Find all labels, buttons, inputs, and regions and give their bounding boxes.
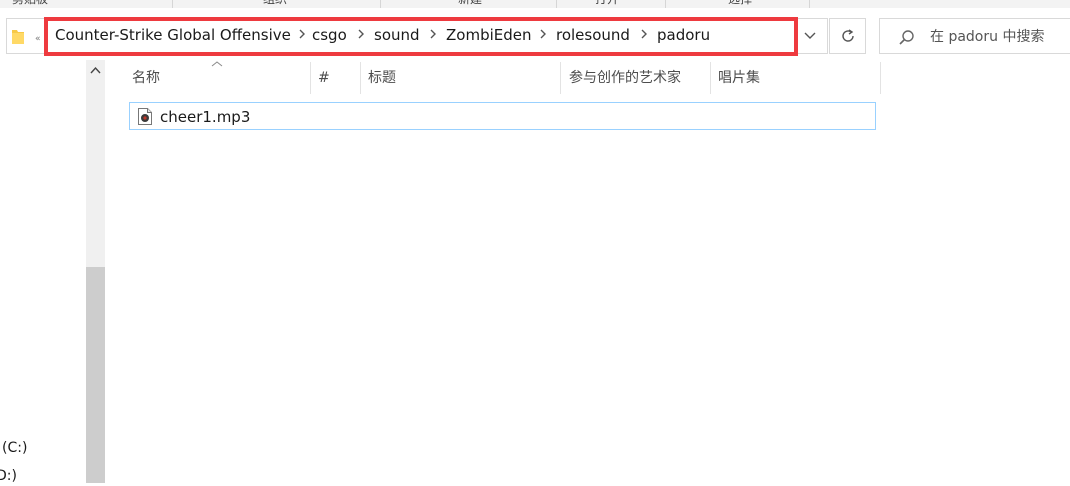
column-header-album[interactable]: 唱片集 [718,66,760,90]
ribbon-group-open[interactable]: 打开 [582,0,632,8]
file-name[interactable]: cheer1.mp3 [160,107,250,127]
audio-file-icon [138,108,152,125]
ribbon-group-new[interactable]: 新建 [440,0,500,8]
search-input[interactable] [930,27,1070,47]
chevron-up-icon[interactable] [90,66,101,75]
folder-icon [12,30,24,44]
address-overflow[interactable]: « [35,34,41,44]
refresh-icon [842,29,854,42]
nav-item-drive-d[interactable]: D:) [0,466,17,486]
scrollbar-thumb[interactable] [86,267,105,483]
sort-ascending-icon [211,61,223,67]
column-divider[interactable] [360,62,361,94]
chevron-down-icon[interactable] [803,30,817,42]
navigation-pane: (C:) D:) [0,60,86,486]
column-divider[interactable] [560,62,561,94]
ribbon-group-select[interactable]: 选择 [710,0,770,8]
file-row[interactable]: cheer1.mp3 [129,102,876,130]
navigation-scrollbar[interactable] [86,60,105,483]
nav-item-drive-c[interactable]: (C:) [2,438,27,458]
column-header-artist[interactable]: 参与创作的艺术家 [569,66,681,90]
refresh-button[interactable] [829,18,866,54]
column-divider[interactable] [710,62,711,94]
ribbon-divider [665,0,666,8]
column-divider[interactable] [310,62,311,94]
ribbon-divider [172,0,173,8]
column-header-number[interactable]: # [318,66,330,90]
ribbon-divider [556,0,557,8]
column-header-name[interactable]: 名称 [132,66,160,90]
search-icon [899,30,914,45]
search-box[interactable] [879,18,1070,54]
breadcrumb-highlight [44,17,798,56]
ribbon-divider [809,0,810,8]
ribbon-divider [380,0,381,8]
address-row: « Counter-Strike Global Offensive csgo s… [0,14,1070,58]
ribbon: 剪贴板 组织 新建 打开 选择 [0,0,1070,8]
ribbon-group-clipboard[interactable]: 剪贴板 [0,0,60,8]
ribbon-group-organize[interactable]: 组织 [245,0,305,8]
column-divider[interactable] [880,62,881,94]
column-header-title[interactable]: 标题 [368,66,396,90]
